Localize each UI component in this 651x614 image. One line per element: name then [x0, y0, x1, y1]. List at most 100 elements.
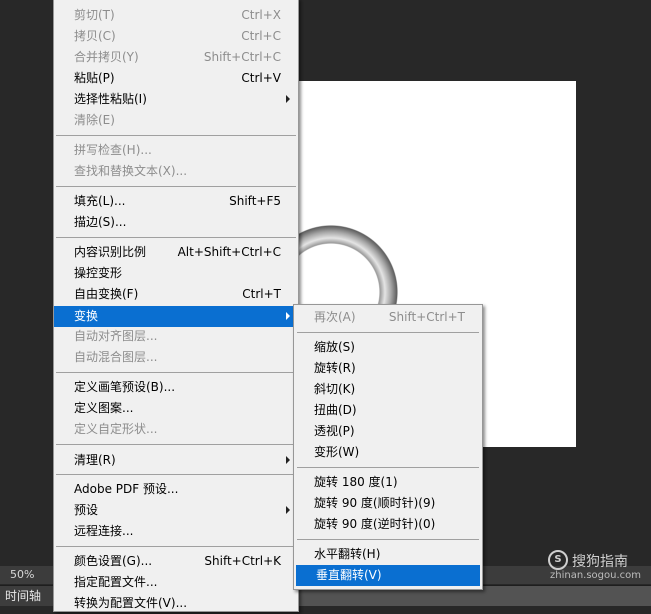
- menu-item-label: 转换为配置文件(V)...: [74, 596, 188, 610]
- menu-separator: [297, 539, 479, 540]
- menu-separator: [297, 332, 479, 333]
- menu-item-label: 清除(E): [74, 113, 115, 127]
- submenu-item-scale[interactable]: 缩放(S): [294, 337, 482, 358]
- menu-item-label: 自动混合图层...: [74, 350, 158, 364]
- transform-submenu: 再次(A) Shift+Ctrl+T 缩放(S) 旋转(R) 斜切(K) 扭曲(D…: [293, 304, 483, 590]
- menu-separator: [56, 546, 296, 547]
- menu-item-shortcut: Alt+Shift+Ctrl+C: [177, 245, 281, 259]
- menu-item-label: 剪切(T): [74, 8, 115, 22]
- menu-item-fill[interactable]: 填充(L)... Shift+F5: [54, 191, 298, 212]
- menu-item-label: 自由变换(F): [74, 287, 139, 301]
- timeline-tab[interactable]: 时间轴: [0, 586, 53, 606]
- menu-item-spell-check[interactable]: 拼写检查(H)...: [54, 140, 298, 161]
- menu-item-adobe-pdf-presets[interactable]: Adobe PDF 预设...: [54, 479, 298, 500]
- menu-item-color-settings[interactable]: 颜色设置(G)... Shift+Ctrl+K: [54, 551, 298, 572]
- menu-item-label: 缩放(S): [314, 340, 355, 354]
- menu-item-paste[interactable]: 粘贴(P) Ctrl+V: [54, 68, 298, 89]
- menu-item-transform[interactable]: 变换: [54, 306, 298, 327]
- menu-item-auto-align-layers[interactable]: 自动对齐图层...: [54, 326, 298, 347]
- menu-item-copy[interactable]: 拷贝(C) Ctrl+C: [54, 26, 298, 47]
- menu-item-label: 定义自定形状...: [74, 422, 158, 436]
- menu-item-label: 水平翻转(H): [314, 547, 381, 561]
- menu-item-label: 查找和替换文本(X)...: [74, 164, 188, 178]
- menu-item-label: 变形(W): [314, 445, 360, 459]
- menu-item-shortcut: Shift+Ctrl+C: [203, 50, 281, 64]
- watermark-name: 搜狗指南: [572, 554, 628, 570]
- menu-item-shortcut: Ctrl+V: [241, 71, 281, 85]
- submenu-item-warp[interactable]: 变形(W): [294, 442, 482, 463]
- menu-item-label: 旋转 90 度(顺时针)(9): [314, 496, 436, 510]
- submenu-item-flip-horizontal[interactable]: 水平翻转(H): [294, 544, 482, 565]
- menu-item-label: 拷贝(C): [74, 29, 116, 43]
- menu-item-label: 定义图案...: [74, 401, 134, 415]
- menu-item-label: 清理(R): [74, 453, 116, 467]
- submenu-item-again[interactable]: 再次(A) Shift+Ctrl+T: [294, 307, 482, 328]
- menu-item-convert-to-profile[interactable]: 转换为配置文件(V)...: [54, 593, 298, 614]
- menu-item-label: 内容识别比例: [74, 245, 147, 259]
- menu-item-stroke[interactable]: 描边(S)...: [54, 212, 298, 233]
- menu-item-free-transform[interactable]: 自由变换(F) Ctrl+T: [54, 284, 298, 305]
- menu-item-label: 颜色设置(G)...: [74, 554, 153, 568]
- menu-item-label: 旋转 180 度(1): [314, 475, 398, 489]
- submenu-arrow-icon: [286, 312, 290, 320]
- menu-item-label: 定义画笔预设(B)...: [74, 380, 176, 394]
- menu-item-shortcut: Shift+Ctrl+K: [204, 554, 281, 568]
- menu-separator: [56, 186, 296, 187]
- submenu-item-rotate[interactable]: 旋转(R): [294, 358, 482, 379]
- submenu-item-rotate-90-ccw[interactable]: 旋转 90 度(逆时针)(0): [294, 514, 482, 535]
- submenu-item-rotate-90-cw[interactable]: 旋转 90 度(顺时针)(9): [294, 493, 482, 514]
- menu-item-label: 斜切(K): [314, 382, 356, 396]
- submenu-item-flip-vertical[interactable]: 垂直翻转(V): [296, 565, 480, 586]
- menu-item-label: 选择性粘贴(I): [74, 92, 147, 106]
- menu-item-label: 旋转(R): [314, 361, 356, 375]
- menu-separator: [56, 372, 296, 373]
- menu-item-cut[interactable]: 剪切(T) Ctrl+X: [54, 5, 298, 26]
- menu-item-label: 透视(P): [314, 424, 355, 438]
- submenu-arrow-icon: [286, 506, 290, 514]
- menu-item-define-brush[interactable]: 定义画笔预设(B)...: [54, 377, 298, 398]
- submenu-arrow-icon: [286, 95, 290, 103]
- menu-item-shortcut: Shift+F5: [229, 194, 281, 208]
- menu-item-label: 描边(S)...: [74, 215, 127, 229]
- menu-separator: [56, 444, 296, 445]
- menu-item-puppet-warp[interactable]: 操控变形: [54, 263, 298, 284]
- menu-item-purge[interactable]: 清理(R): [54, 450, 298, 471]
- menu-item-define-custom-shape[interactable]: 定义自定形状...: [54, 419, 298, 440]
- submenu-arrow-icon: [286, 456, 290, 464]
- menu-item-define-pattern[interactable]: 定义图案...: [54, 398, 298, 419]
- menu-item-label: 扭曲(D): [314, 403, 357, 417]
- submenu-item-rotate-180[interactable]: 旋转 180 度(1): [294, 472, 482, 493]
- menu-item-auto-blend-layers[interactable]: 自动混合图层...: [54, 347, 298, 368]
- menu-item-label: 再次(A): [314, 310, 356, 324]
- menu-item-assign-profile[interactable]: 指定配置文件...: [54, 572, 298, 593]
- zoom-level[interactable]: 50%: [10, 568, 34, 581]
- sogou-logo-icon: S: [548, 550, 568, 570]
- menu-item-paste-special[interactable]: 选择性粘贴(I): [54, 89, 298, 110]
- edit-menu: 剪切(T) Ctrl+X 拷贝(C) Ctrl+C 合并拷贝(Y) Shift+Ctr…: [53, 0, 299, 612]
- menu-item-label: 远程连接...: [74, 524, 134, 538]
- menu-separator: [56, 474, 296, 475]
- menu-item-clear[interactable]: 清除(E): [54, 110, 298, 131]
- menu-item-shortcut: Ctrl+T: [242, 287, 281, 301]
- menu-separator: [56, 135, 296, 136]
- menu-item-label: 粘贴(P): [74, 71, 115, 85]
- menu-item-shortcut: Ctrl+X: [241, 8, 281, 22]
- menu-item-label: 合并拷贝(Y): [74, 50, 139, 64]
- menu-item-shortcut: Ctrl+C: [241, 29, 281, 43]
- menu-separator: [297, 467, 479, 468]
- menu-item-label: 垂直翻转(V): [316, 568, 382, 582]
- menu-item-label: 指定配置文件...: [74, 575, 158, 589]
- menu-item-label: 拼写检查(H)...: [74, 143, 152, 157]
- menu-item-presets[interactable]: 预设: [54, 500, 298, 521]
- submenu-item-skew[interactable]: 斜切(K): [294, 379, 482, 400]
- menu-item-content-aware-scale[interactable]: 内容识别比例 Alt+Shift+Ctrl+C: [54, 242, 298, 263]
- menu-item-find-replace[interactable]: 查找和替换文本(X)...: [54, 161, 298, 182]
- submenu-item-distort[interactable]: 扭曲(D): [294, 400, 482, 421]
- menu-item-label: 自动对齐图层...: [74, 329, 158, 343]
- menu-item-copy-merged[interactable]: 合并拷贝(Y) Shift+Ctrl+C: [54, 47, 298, 68]
- menu-item-label: 变换: [74, 309, 99, 323]
- menu-item-remote-connections[interactable]: 远程连接...: [54, 521, 298, 542]
- menu-item-label: 填充(L)...: [74, 194, 126, 208]
- submenu-item-perspective[interactable]: 透视(P): [294, 421, 482, 442]
- menu-item-label: 预设: [74, 503, 99, 517]
